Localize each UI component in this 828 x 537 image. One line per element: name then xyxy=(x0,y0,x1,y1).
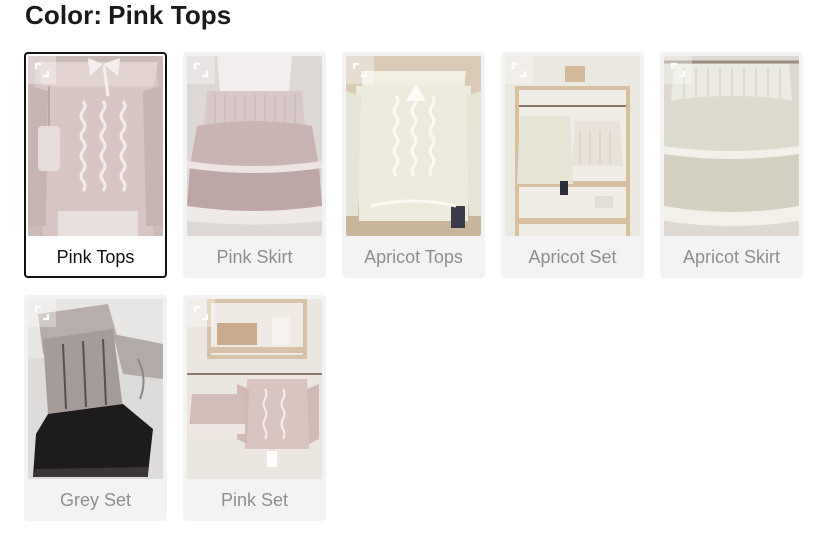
product-image-grey-set xyxy=(28,299,163,479)
color-option-label: Apricot Skirt xyxy=(682,246,781,267)
color-option-apricot-set[interactable]: Apricot Set xyxy=(501,52,644,278)
expand-icon[interactable] xyxy=(28,299,56,327)
product-image-pink-skirt xyxy=(187,56,322,236)
color-option-label: Pink Skirt xyxy=(216,246,293,267)
color-heading: Color: Pink Tops xyxy=(25,0,231,30)
product-image-apricot-skirt xyxy=(664,56,799,236)
color-option-pink-skirt[interactable]: Pink Skirt xyxy=(183,52,326,278)
color-heading-value: Pink Tops xyxy=(108,0,232,30)
expand-icon[interactable] xyxy=(28,56,56,84)
color-option-label: Apricot Set xyxy=(528,246,617,267)
expand-icon[interactable] xyxy=(505,56,533,84)
color-option-apricot-tops[interactable]: Apricot Tops xyxy=(342,52,485,278)
color-option-label: Pink Set xyxy=(220,489,289,510)
expand-icon[interactable] xyxy=(664,56,692,84)
color-option-pink-tops[interactable]: Pink Tops xyxy=(24,52,167,278)
product-image-pink-set xyxy=(187,299,322,479)
color-option-label: Apricot Tops xyxy=(364,246,463,267)
color-option-pink-set[interactable]: Pink Set xyxy=(183,295,326,521)
color-option-grey-set[interactable]: Grey Set xyxy=(24,295,167,521)
color-option-label: Pink Tops xyxy=(56,246,135,267)
color-option-apricot-skirt[interactable]: Apricot Skirt xyxy=(660,52,803,278)
product-image-pink-tops xyxy=(28,56,163,236)
color-heading-label: Color: xyxy=(25,0,103,30)
product-image-apricot-set xyxy=(505,56,640,236)
color-option-label: Grey Set xyxy=(59,489,132,510)
expand-icon[interactable] xyxy=(346,56,374,84)
expand-icon[interactable] xyxy=(187,56,215,84)
expand-icon[interactable] xyxy=(187,299,215,327)
color-options-grid: Pink Tops Pink Skirt Apricot Tops Aprico… xyxy=(24,52,803,521)
product-image-apricot-tops xyxy=(346,56,481,236)
